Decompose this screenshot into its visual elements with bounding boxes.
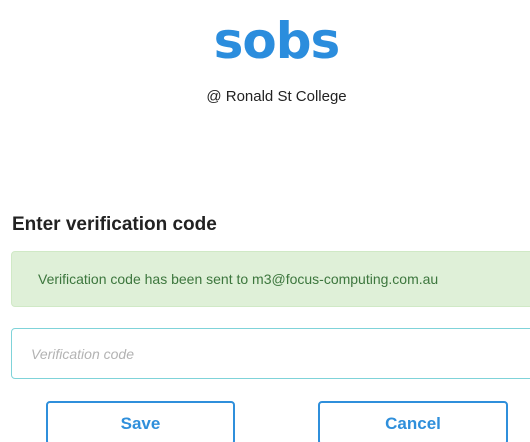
verification-page: sobs @ Ronald St College Enter verificat… <box>0 0 530 442</box>
cancel-button-label: Cancel <box>385 414 441 433</box>
page-title: Enter verification code <box>12 214 217 235</box>
sobs-logo: sobs <box>213 12 341 70</box>
alert-message: Verification code has been sent to m3@fo… <box>38 271 439 287</box>
verification-code-input[interactable] <box>11 328 530 379</box>
cancel-button[interactable]: Cancel <box>318 401 508 442</box>
save-button-label: Save <box>120 414 161 433</box>
college-subtitle: @ Ronald St College <box>206 88 347 105</box>
save-button[interactable]: Save <box>46 401 235 442</box>
success-alert: Verification code has been sent to m3@fo… <box>11 251 530 307</box>
